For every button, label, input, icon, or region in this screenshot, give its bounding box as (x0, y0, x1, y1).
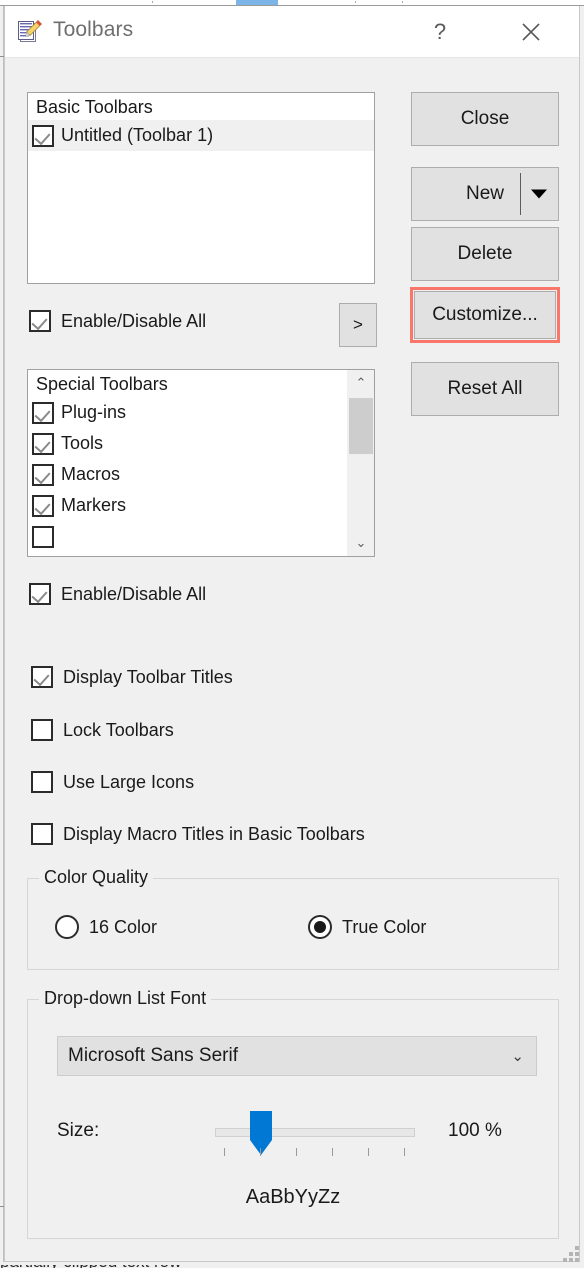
list-item-label: Markers (61, 495, 127, 515)
special-toolbar-item-checkbox[interactable] (32, 432, 54, 455)
list-item[interactable]: Tools (28, 428, 374, 459)
close-icon[interactable] (505, 12, 557, 52)
special-toolbar-item-checkbox[interactable] (32, 401, 54, 424)
list-item[interactable]: Plug-ins (28, 397, 374, 428)
slider-tick (260, 1148, 261, 1156)
close-button[interactable]: Close (411, 92, 559, 146)
list-item-label: Plug-ins (61, 402, 127, 422)
tab-separator-tick (152, 1, 153, 3)
scroll-up-icon[interactable]: ⌃ (347, 370, 374, 396)
option-label: Display Toolbar Titles (63, 666, 233, 687)
help-button[interactable]: ? (417, 12, 463, 52)
dialog-titlebar: Toolbars ? (5, 6, 579, 58)
option-lock-toolbars[interactable]: Lock Toolbars (31, 719, 174, 741)
option-use-large-icons[interactable]: Use Large Icons (31, 771, 194, 793)
dropdown-list-font-title: Drop-down List Font (39, 988, 212, 1009)
slider-tick (368, 1148, 369, 1156)
slider-tick (332, 1148, 333, 1156)
option-checkbox[interactable] (31, 823, 53, 845)
option-display-toolbar-titles[interactable]: Display Toolbar Titles (31, 666, 233, 688)
basic-toolbar-item-checkbox[interactable] (32, 124, 54, 147)
basic-enable-disable-all-label: Enable/Disable All (61, 310, 207, 331)
chevron-down-icon[interactable] (531, 189, 547, 199)
basic-enable-disable-all-checkbox[interactable] (29, 310, 51, 332)
list-item[interactable]: Untitled (Toolbar 1) (28, 120, 374, 151)
radio-label: True Color (342, 916, 427, 937)
radio-label: 16 Color (89, 916, 158, 937)
size-label: Size: (57, 1120, 100, 1141)
scroll-down-icon[interactable]: ⌄ (347, 530, 374, 556)
screen-root: Toolbars ? Basic Toolbars Untitled (Tool… (0, 0, 584, 1268)
chevron-down-icon[interactable]: ⌄ (511, 1047, 524, 1065)
font-size-slider-thumb[interactable] (250, 1111, 272, 1155)
option-label: Display Macro Titles in Basic Toolbars (63, 823, 365, 844)
special-enable-disable-all-label: Enable/Disable All (61, 583, 207, 604)
new-button[interactable]: New (411, 167, 559, 221)
special-toolbar-item-checkbox[interactable] (32, 494, 54, 517)
expand-button[interactable]: > (339, 303, 377, 347)
radio-true-color[interactable]: True Color (308, 915, 426, 939)
special-toolbars-listbox[interactable]: Special Toolbars Plug-ins Tools Macros M… (27, 369, 375, 557)
radio-16-color[interactable]: 16 Color (55, 915, 157, 939)
color-quality-title: Color Quality (39, 867, 154, 888)
list-item[interactable]: Macros (28, 459, 374, 490)
special-enable-disable-all-row[interactable]: Enable/Disable All (29, 583, 206, 605)
special-toolbar-item-checkbox[interactable] (32, 525, 54, 548)
font-select[interactable]: Microsoft Sans Serif ⌄ (57, 1036, 537, 1076)
color-quality-group: Color Quality 16 Color True Color (27, 867, 559, 970)
customize-button[interactable]: Customize... (414, 291, 556, 339)
option-label: Use Large Icons (63, 771, 195, 792)
list-item-label: Tools (61, 433, 104, 453)
font-preview-text: AaBbYyZz (245, 1186, 341, 1208)
reset-all-button[interactable]: Reset All (411, 362, 559, 416)
special-toolbars-scrollbar[interactable]: ⌃ ⌄ (346, 370, 374, 556)
new-button-label: New (465, 183, 504, 204)
option-checkbox[interactable] (31, 666, 53, 688)
list-item-label: Macros (61, 464, 121, 484)
list-item-partial[interactable] (28, 521, 374, 552)
basic-toolbars-listbox[interactable]: Basic Toolbars Untitled (Toolbar 1) (27, 92, 375, 284)
slider-tick (224, 1148, 225, 1156)
special-toolbars-header: Special Toolbars (28, 370, 374, 397)
split-divider (520, 173, 521, 215)
special-toolbar-item-checkbox[interactable] (32, 463, 54, 486)
slider-tick (404, 1148, 405, 1156)
radio-indicator[interactable] (55, 915, 79, 939)
tab-separator-tick (402, 1, 403, 3)
option-label: Lock Toolbars (63, 719, 174, 740)
option-checkbox[interactable] (31, 719, 53, 741)
option-checkbox[interactable] (31, 771, 53, 793)
option-display-macro-titles[interactable]: Display Macro Titles in Basic Toolbars (31, 823, 365, 845)
list-item-label: Untitled (Toolbar 1) (61, 125, 214, 145)
dialog-title: Toolbars (53, 18, 134, 41)
slider-tick (296, 1148, 297, 1156)
notepad-pencil-icon (17, 19, 43, 45)
basic-toolbars-header: Basic Toolbars (28, 93, 374, 120)
resize-grip[interactable] (563, 1246, 579, 1262)
font-size-slider-track[interactable] (215, 1128, 415, 1137)
list-item[interactable]: Markers (28, 490, 374, 521)
dropdown-list-font-group: Drop-down List Font Microsoft Sans Serif… (27, 988, 559, 1239)
font-select-value: Microsoft Sans Serif (68, 1045, 238, 1066)
tab-separator-tick (355, 1, 356, 3)
special-enable-disable-all-checkbox[interactable] (29, 583, 51, 605)
active-tab-accent (236, 0, 278, 5)
size-percent-value: 100 % (448, 1120, 502, 1141)
basic-enable-disable-all-row[interactable]: Enable/Disable All (29, 310, 206, 332)
toolbars-dialog: Toolbars ? Basic Toolbars Untitled (Tool… (4, 6, 580, 1262)
delete-button[interactable]: Delete (411, 227, 559, 281)
scrollbar-thumb[interactable] (349, 398, 373, 454)
radio-indicator[interactable] (308, 915, 332, 939)
